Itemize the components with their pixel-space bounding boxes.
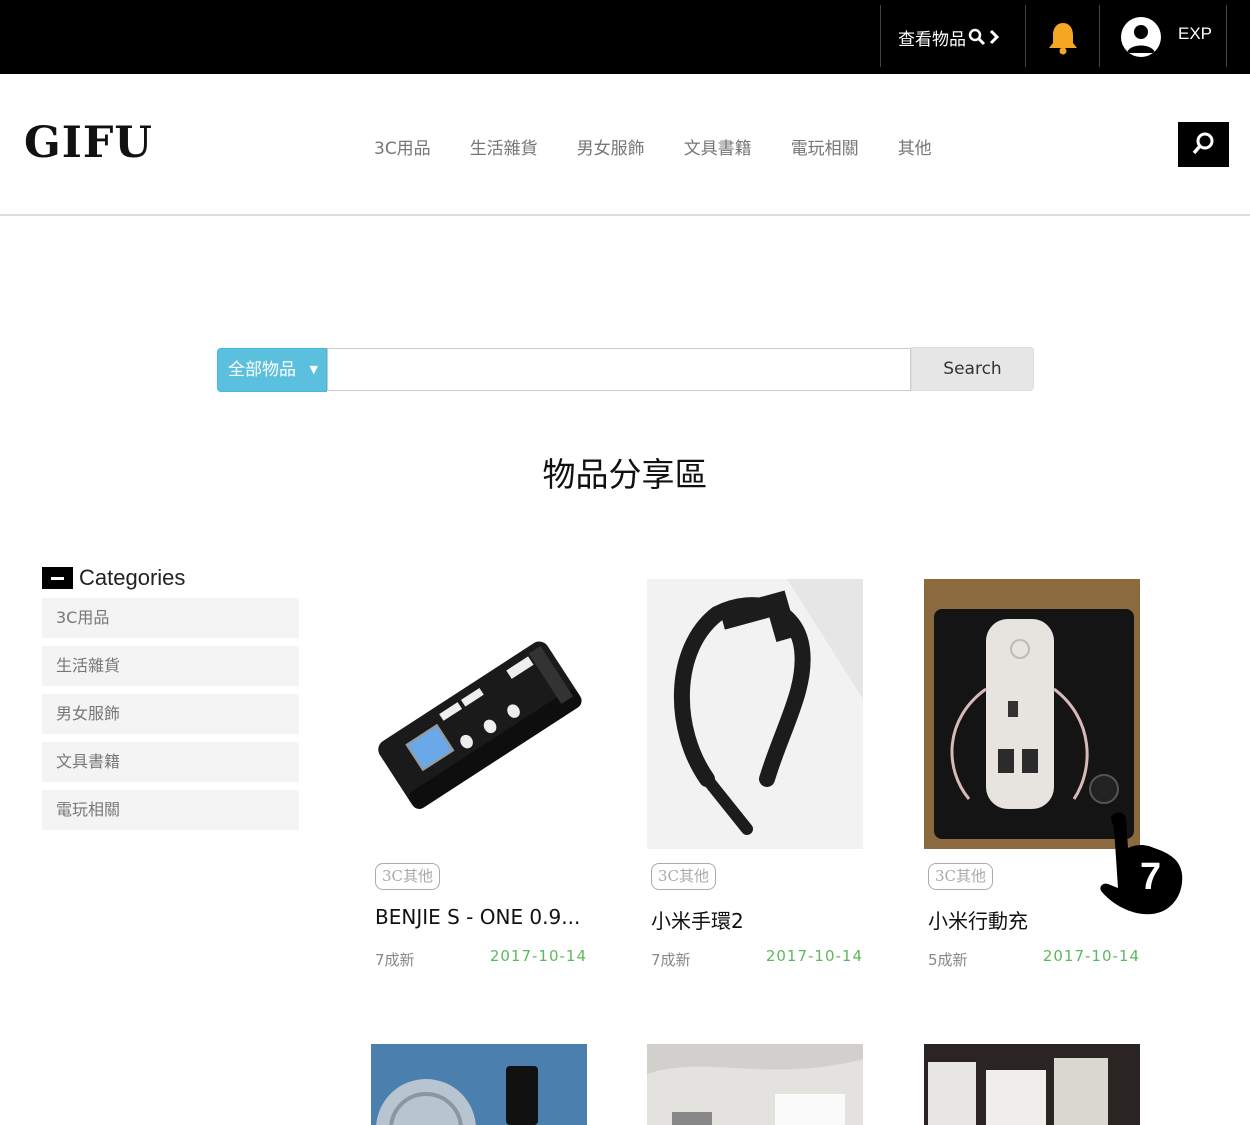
bell-icon[interactable] xyxy=(1046,20,1080,56)
product-name[interactable]: 小米手環2 xyxy=(651,905,861,934)
sidebar-item-3c[interactable]: 3C用品 xyxy=(42,598,299,638)
divider xyxy=(1226,5,1227,67)
site-header: GIFU 3C用品 生活雜貨 男女服飾 文具書籍 電玩相關 其他 xyxy=(0,74,1250,216)
sidebar-item-books[interactable]: 文具書籍 xyxy=(42,742,299,782)
category-dropdown[interactable]: 全部物品 ▼ xyxy=(217,348,327,392)
user-avatar-icon[interactable] xyxy=(1121,17,1161,57)
product-date: 2017-10-14 xyxy=(489,947,587,965)
search-button[interactable]: Search xyxy=(911,347,1034,391)
product-condition: 7成新 xyxy=(651,951,691,969)
step-number: 7 xyxy=(1140,856,1162,898)
product-card[interactable]: 3C其他 BENJIE S - ONE 0.9... 7成新 2017-10-1… xyxy=(371,579,587,969)
collapse-icon[interactable] xyxy=(42,567,73,589)
divider xyxy=(1099,5,1100,67)
main-nav: 3C用品 生活雜貨 男女服飾 文具書籍 電玩相關 其他 xyxy=(374,134,971,159)
product-image[interactable] xyxy=(924,1044,1140,1125)
product-date: 2017-10-14 xyxy=(765,947,863,965)
nav-item-clothing[interactable]: 男女服飾 xyxy=(577,134,645,159)
nav-item-books[interactable]: 文具書籍 xyxy=(684,134,752,159)
product-condition: 7成新 xyxy=(375,951,415,969)
divider xyxy=(880,5,881,67)
product-date: 2017-10-14 xyxy=(1042,947,1140,965)
categories-header: Categories xyxy=(42,562,299,594)
view-items-label: 查看物品 xyxy=(898,29,966,50)
tutorial-pointer-icon: 7 xyxy=(1096,808,1186,918)
header-search-button[interactable] xyxy=(1178,122,1229,167)
top-bar: 查看物品 EXP xyxy=(0,0,1250,74)
nav-item-3c[interactable]: 3C用品 xyxy=(374,134,431,159)
nav-item-other[interactable]: 其他 xyxy=(898,134,932,159)
chevron-right-icon xyxy=(989,29,1000,45)
product-tag[interactable]: 3C其他 xyxy=(651,863,717,890)
product-image[interactable] xyxy=(371,579,587,849)
product-image[interactable] xyxy=(647,579,863,849)
sidebar-item-games[interactable]: 電玩相關 xyxy=(42,790,299,830)
user-name[interactable]: EXP xyxy=(1178,24,1212,44)
product-tag[interactable]: 3C其他 xyxy=(928,863,994,890)
view-items-link[interactable]: 查看物品 xyxy=(898,22,1000,52)
categories-title: Categories xyxy=(79,565,186,590)
caret-down-icon: ▼ xyxy=(309,363,318,376)
product-condition: 5成新 xyxy=(928,951,968,969)
sidebar-item-clothing[interactable]: 男女服飾 xyxy=(42,694,299,734)
product-name[interactable]: BENJIE S - ONE 0.9... xyxy=(375,905,585,929)
divider xyxy=(1025,5,1026,67)
search-zoom-icon xyxy=(968,28,986,46)
nav-item-household[interactable]: 生活雜貨 xyxy=(470,134,538,159)
search-input[interactable] xyxy=(327,348,911,391)
sidebar-item-household[interactable]: 生活雜貨 xyxy=(42,646,299,686)
categories-sidebar: Categories 3C用品 生活雜貨 男女服飾 文具書籍 電玩相關 xyxy=(42,562,299,838)
section-title: 物品分享區 xyxy=(542,455,708,494)
product-image[interactable] xyxy=(371,1044,587,1125)
nav-item-games[interactable]: 電玩相關 xyxy=(791,134,859,159)
product-card[interactable]: 3C其他 小米手環2 7成新 2017-10-14 xyxy=(647,579,863,969)
product-tag[interactable]: 3C其他 xyxy=(375,863,441,890)
product-image[interactable] xyxy=(647,1044,863,1125)
category-dropdown-label: 全部物品 xyxy=(228,360,296,380)
site-logo[interactable]: GIFU xyxy=(24,118,153,168)
search-icon xyxy=(1192,132,1214,155)
